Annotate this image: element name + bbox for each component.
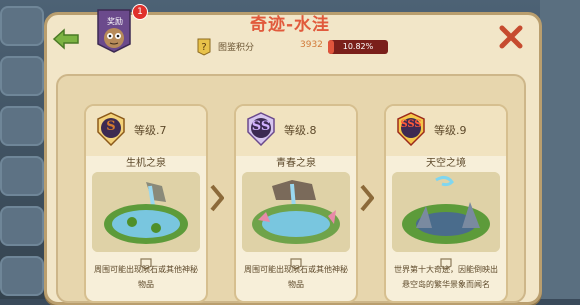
svg-text:?: ? xyxy=(201,42,206,53)
wonder-name: 天空之境 xyxy=(426,158,466,169)
page-title: 奇迹-水洼 xyxy=(249,15,331,35)
spring-illustration xyxy=(92,172,200,252)
level-label: 等级.8 xyxy=(284,124,317,137)
progress-label: 图鉴积分 xyxy=(218,43,255,53)
chevron-right-icon xyxy=(360,184,374,212)
close-icon[interactable] xyxy=(498,24,524,50)
side-menu-tile[interactable] xyxy=(0,156,44,196)
rank-label: S xyxy=(106,119,116,134)
background-right xyxy=(540,0,580,299)
side-menu-tile[interactable] xyxy=(0,106,44,146)
notification-count: 1 xyxy=(132,4,148,20)
level-label: 等级.7 xyxy=(134,124,167,137)
wonder-card[interactable]: S 等级.7 生机之泉 周围可能出现陨石或其他神秘物品 xyxy=(84,104,208,303)
progress-text: 10.82% xyxy=(342,42,374,51)
chevron-right-icon xyxy=(210,184,224,212)
back-arrow-icon[interactable] xyxy=(52,28,80,50)
spring-illustration xyxy=(242,172,350,252)
wonder-card[interactable]: SS 等级.8 青春之泉 周围可能出现陨石或其他神秘物品 xyxy=(234,104,358,303)
wonder-name: 青春之泉 xyxy=(276,158,316,169)
side-menu-tile[interactable] xyxy=(0,256,44,296)
reward-badge[interactable] xyxy=(96,8,132,54)
badge-label: 奖励 xyxy=(107,17,123,26)
mirror-illustration xyxy=(392,172,500,252)
rank-label: SS xyxy=(251,119,271,134)
progress-bar: 10.82% xyxy=(328,40,388,54)
level-label: 等级.9 xyxy=(434,124,467,137)
side-menu-tile[interactable] xyxy=(0,56,44,96)
wonder-description: 世界第十大奇迹，因能倒映出悬空岛的繁华景象而闻名 xyxy=(394,265,498,289)
wonder-description: 周围可能出现陨石或其他神秘物品 xyxy=(244,265,348,289)
collection-icon: ? xyxy=(197,38,211,56)
side-menu-tile[interactable] xyxy=(0,206,44,246)
wonder-name: 生机之泉 xyxy=(126,158,166,169)
side-menu-tile[interactable] xyxy=(0,6,44,46)
progress-count: 3932 xyxy=(300,40,323,50)
rank-label: SSS xyxy=(400,119,422,130)
wonder-description: 周围可能出现陨石或其他神秘物品 xyxy=(94,265,198,289)
wonder-card[interactable]: SSS 等级.9 天空之境 世界第十大奇迹，因能倒映出悬空岛的繁华景象而闻名 xyxy=(384,104,508,303)
